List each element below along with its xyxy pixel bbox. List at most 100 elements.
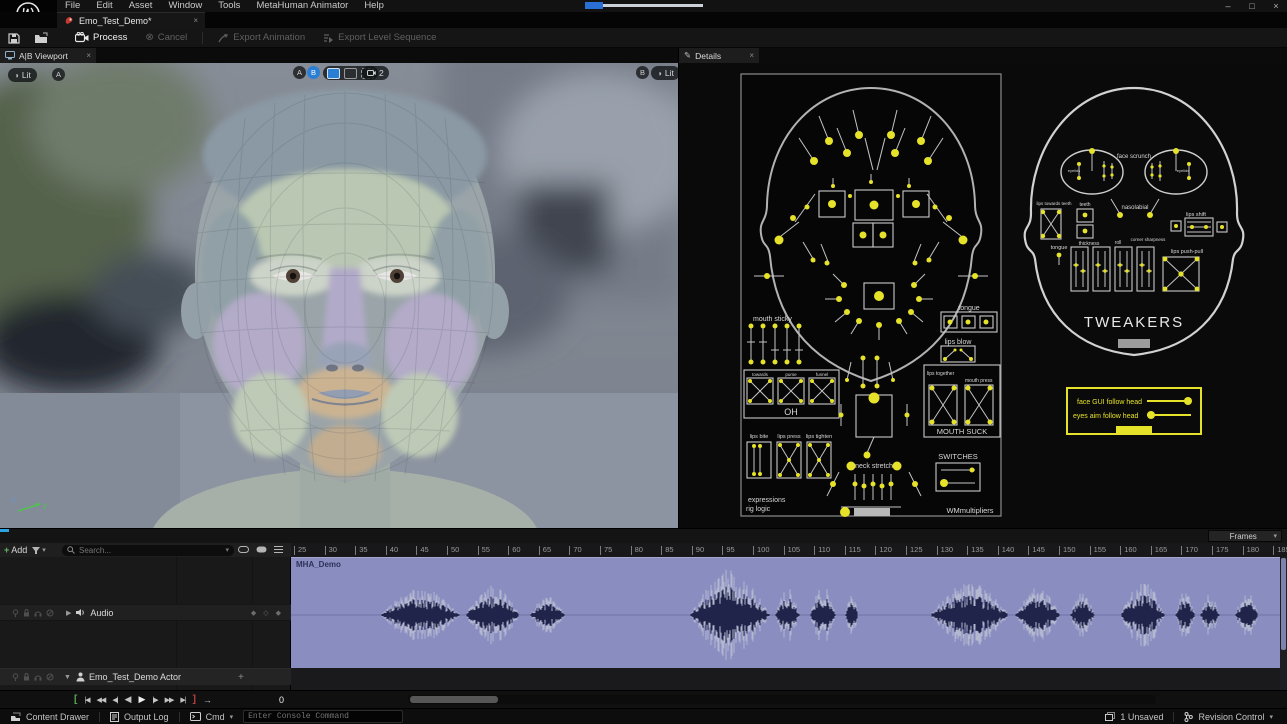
actor-add-section-button[interactable]: + bbox=[238, 672, 244, 683]
menu-edit[interactable]: Edit bbox=[88, 0, 120, 12]
viewport-tab-close-icon[interactable]: × bbox=[86, 51, 91, 60]
ruler-tick: 115 bbox=[847, 545, 861, 554]
asset-tab[interactable]: Emo_Test_Demo* × bbox=[57, 12, 205, 28]
track-lock-icon[interactable] bbox=[23, 609, 30, 617]
right-b-badge[interactable]: B bbox=[636, 66, 649, 79]
list-view-icon[interactable] bbox=[274, 545, 283, 554]
transport-button-0[interactable]: [ bbox=[74, 694, 77, 705]
details-pencil-icon: ✎ bbox=[684, 50, 691, 61]
add-track-button[interactable]: + Add bbox=[4, 545, 27, 555]
single-view-button[interactable] bbox=[327, 68, 340, 79]
close-button[interactable]: × bbox=[1269, 1, 1283, 11]
timeline-scrollbar[interactable] bbox=[408, 695, 1156, 704]
track-solo-icon[interactable] bbox=[34, 609, 42, 617]
curves-view-icon[interactable] bbox=[238, 545, 249, 554]
minimize-button[interactable]: – bbox=[1221, 1, 1235, 11]
menu-metahuman-animator[interactable]: MetaHuman Animator bbox=[248, 0, 356, 12]
eyes-aim-follow-slider[interactable] bbox=[1147, 411, 1155, 419]
next-key-button[interactable]: ◆ bbox=[276, 609, 281, 617]
asset-tab-close-icon[interactable]: × bbox=[193, 16, 198, 25]
menu-window[interactable]: Window bbox=[160, 0, 210, 12]
content-drawer-icon bbox=[10, 712, 21, 722]
follow-box-bar[interactable] bbox=[1116, 426, 1152, 434]
output-log-button[interactable]: Output Log bbox=[100, 709, 179, 724]
label-eyelids-right: eyelids bbox=[1177, 168, 1189, 173]
export-animation-button[interactable]: Export Animation bbox=[209, 28, 314, 48]
transport-button-9[interactable]: ] bbox=[193, 694, 196, 705]
board-slider-bar[interactable] bbox=[854, 508, 890, 516]
export-level-sequence-button[interactable]: Export Level Sequence bbox=[314, 28, 445, 48]
prev-key-button[interactable]: ◆ bbox=[251, 609, 256, 617]
viewport-tab[interactable]: A|B Viewport × bbox=[0, 48, 96, 63]
search-input[interactable] bbox=[79, 546, 221, 555]
face-gui-board[interactable]: mouth sticky tongue lips blow towards pu… bbox=[741, 74, 1001, 517]
transport-button-4[interactable]: ◀ bbox=[125, 694, 132, 705]
follow-head-box[interactable]: face GUI follow head eyes aim follow hea… bbox=[1067, 388, 1201, 434]
actor-mute-icon[interactable] bbox=[46, 673, 54, 681]
transport-button-8[interactable]: ▶| bbox=[180, 696, 185, 704]
menu-help[interactable]: Help bbox=[356, 0, 392, 12]
label-purse: purse bbox=[785, 372, 797, 377]
frames-dropdown[interactable]: Frames ▾ bbox=[1208, 530, 1282, 542]
save-button[interactable] bbox=[0, 28, 26, 48]
cancel-button[interactable]: ⊗ Cancel bbox=[136, 28, 196, 48]
viewport-tab-strip bbox=[0, 48, 678, 63]
vertical-scrollbar-thumb[interactable] bbox=[1281, 558, 1286, 650]
face-gui-follow-slider[interactable] bbox=[1184, 397, 1192, 405]
viewport-a-badge[interactable]: A bbox=[52, 68, 65, 81]
process-button[interactable]: Process bbox=[66, 28, 136, 48]
audio-track-row[interactable]: ▶ Audio ◆ ◇ ◆ bbox=[0, 604, 291, 621]
menu-tools[interactable]: Tools bbox=[210, 0, 248, 12]
timeline-ruler[interactable]: 2530354045505560657075808590951001051101… bbox=[291, 543, 1287, 557]
cmd-dropdown[interactable]: Cmd ▾ bbox=[180, 709, 244, 724]
current-frame-field[interactable]: 0 bbox=[248, 695, 284, 705]
transport-button-10[interactable]: → bbox=[203, 695, 212, 705]
details-tab-label: Details bbox=[695, 51, 721, 61]
audio-clip[interactable]: MHA_Demo bbox=[291, 557, 1281, 668]
wipe-view-button[interactable] bbox=[344, 68, 357, 79]
export-level-sequence-label: Export Level Sequence bbox=[338, 32, 436, 43]
transport-button-5[interactable]: ▶ bbox=[138, 694, 145, 705]
ab-viewport[interactable]: y f ◑ Lit A A B 2 B ◑ Lit bbox=[0, 63, 678, 528]
actor-pin-icon[interactable] bbox=[12, 673, 19, 681]
transport-button-6[interactable]: |▶ bbox=[152, 696, 157, 704]
details-tab-close-icon[interactable]: × bbox=[749, 51, 754, 60]
browse-asset-button[interactable] bbox=[26, 28, 56, 48]
timeline-scrollbar-thumb[interactable] bbox=[410, 696, 498, 703]
track-pin-icon[interactable] bbox=[12, 609, 19, 617]
tweakers-slider-bar[interactable] bbox=[1118, 339, 1150, 348]
transport-button-1[interactable]: |◀ bbox=[84, 696, 89, 704]
track-expand-arrow[interactable]: ▶ bbox=[54, 609, 71, 617]
actor-collapse-arrow[interactable]: ▼ bbox=[54, 674, 71, 681]
add-key-button[interactable]: ◇ bbox=[263, 609, 268, 617]
menu-file[interactable]: File bbox=[57, 0, 88, 12]
transport-button-7[interactable]: ▶▶ bbox=[165, 696, 174, 704]
search-box[interactable]: ▾ bbox=[62, 545, 234, 556]
maximize-button[interactable]: □ bbox=[1245, 1, 1259, 11]
unsaved-indicator[interactable]: 1 Unsaved bbox=[1095, 709, 1173, 724]
metahuman-animator-window: File Edit Asset Window Tools MetaHuman A… bbox=[0, 0, 1287, 724]
content-drawer-button[interactable]: Content Drawer bbox=[0, 709, 99, 724]
camera-count-button[interactable]: 2 bbox=[362, 66, 389, 80]
ranges-view-icon[interactable] bbox=[256, 545, 267, 554]
track-mute-icon[interactable] bbox=[46, 609, 54, 617]
view-a-button[interactable]: A bbox=[293, 66, 306, 79]
actor-track-row[interactable]: ▼ Emo_Test_Demo Actor + bbox=[0, 668, 291, 685]
tweakers-board[interactable]: face scrunch eyelids eyelids nasolabial … bbox=[1025, 88, 1244, 434]
transport-button-2[interactable]: ◀◀ bbox=[97, 696, 106, 704]
lit-mode-button-left[interactable]: ◑ Lit bbox=[8, 68, 37, 82]
console-command-input[interactable] bbox=[243, 710, 403, 723]
revision-control-button[interactable]: Revision Control ▾ bbox=[1174, 709, 1287, 724]
transport-button-3[interactable]: ◀| bbox=[112, 696, 117, 704]
vertical-scrollbar[interactable] bbox=[1280, 557, 1287, 690]
filter-button[interactable]: ▾ bbox=[31, 546, 46, 555]
actor-solo-icon[interactable] bbox=[34, 673, 42, 681]
ruler-tick: 95 bbox=[724, 545, 734, 554]
label-lips-together: lips together bbox=[927, 371, 955, 377]
lit-mode-button-right[interactable]: ◑ Lit bbox=[651, 66, 680, 80]
actor-lock-icon[interactable] bbox=[23, 673, 30, 681]
details-tab[interactable]: ✎ Details × bbox=[679, 48, 759, 63]
view-b-button[interactable]: B bbox=[307, 66, 320, 79]
menu-asset[interactable]: Asset bbox=[121, 0, 161, 12]
camera-icon bbox=[367, 69, 376, 77]
